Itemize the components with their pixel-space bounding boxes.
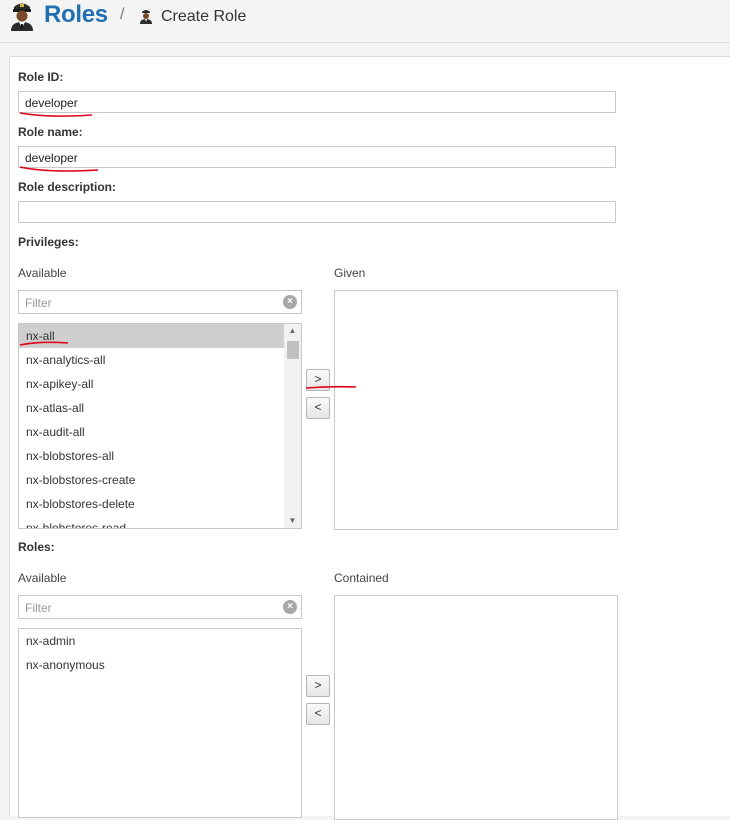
remove-privilege-button[interactable]: < xyxy=(306,397,330,419)
list-item[interactable]: nx-analytics-all xyxy=(19,348,301,372)
roles-filter-input[interactable]: Filter × xyxy=(18,595,302,619)
scroll-down-arrow-icon[interactable]: ▼ xyxy=(284,514,301,528)
page-header: Roles / Create Role xyxy=(0,0,730,43)
privileges-label: Privileges: xyxy=(18,235,79,249)
privileges-given-label: Given xyxy=(334,266,366,280)
list-item[interactable]: nx-blobstores-all xyxy=(19,444,301,468)
scroll-thumb[interactable] xyxy=(287,341,299,359)
red-annotation-underline xyxy=(19,112,93,117)
privileges-filter-placeholder: Filter xyxy=(25,296,52,310)
role-id-label: Role ID: xyxy=(18,70,64,84)
clear-filter-icon[interactable]: × xyxy=(283,600,297,614)
roles-contained-label: Contained xyxy=(334,571,389,585)
role-description-input[interactable] xyxy=(18,201,616,223)
red-annotation-underline xyxy=(19,341,69,346)
privileges-filter-input[interactable]: Filter × xyxy=(18,290,302,314)
breadcrumb-separator: / xyxy=(120,6,125,23)
roles-available-list[interactable]: nx-admin nx-anonymous xyxy=(18,628,302,818)
red-annotation-underline xyxy=(305,385,357,389)
list-item[interactable]: nx-apikey-all xyxy=(19,372,301,396)
list-item[interactable]: nx-admin xyxy=(19,629,301,653)
role-id-input[interactable]: developer xyxy=(18,91,616,113)
security-officer-icon xyxy=(11,3,33,31)
scroll-up-arrow-icon[interactable]: ▲ xyxy=(284,324,301,338)
roles-filter-placeholder: Filter xyxy=(25,601,52,615)
breadcrumb-current: Create Role xyxy=(161,8,247,25)
role-name-input[interactable]: developer xyxy=(18,146,616,168)
roles-contained-list[interactable] xyxy=(334,595,618,820)
security-officer-icon xyxy=(140,10,152,24)
list-item[interactable]: nx-anonymous xyxy=(19,653,301,677)
roles-label: Roles: xyxy=(18,540,55,554)
list-item[interactable]: nx-audit-all xyxy=(19,420,301,444)
clear-filter-icon[interactable]: × xyxy=(283,295,297,309)
list-item[interactable]: nx-atlas-all xyxy=(19,396,301,420)
privileges-given-list[interactable] xyxy=(334,290,618,530)
add-role-button[interactable]: > xyxy=(306,675,330,697)
list-item[interactable]: nx-blobstores-read xyxy=(19,516,301,528)
list-item[interactable]: nx-blobstores-delete xyxy=(19,492,301,516)
privileges-available-label: Available xyxy=(18,266,67,280)
roles-available-label: Available xyxy=(18,571,67,585)
list-item[interactable]: nx-blobstores-create xyxy=(19,468,301,492)
page-title[interactable]: Roles xyxy=(44,1,108,29)
privileges-available-list[interactable]: nx-all nx-analytics-all nx-apikey-all nx-at… xyxy=(18,323,302,529)
privileges-scrollbar[interactable]: ▲ ▼ xyxy=(284,324,301,528)
remove-role-button[interactable]: < xyxy=(306,703,330,725)
role-name-label: Role name: xyxy=(18,125,83,139)
role-description-label: Role description: xyxy=(18,180,117,194)
red-annotation-underline xyxy=(19,166,99,172)
